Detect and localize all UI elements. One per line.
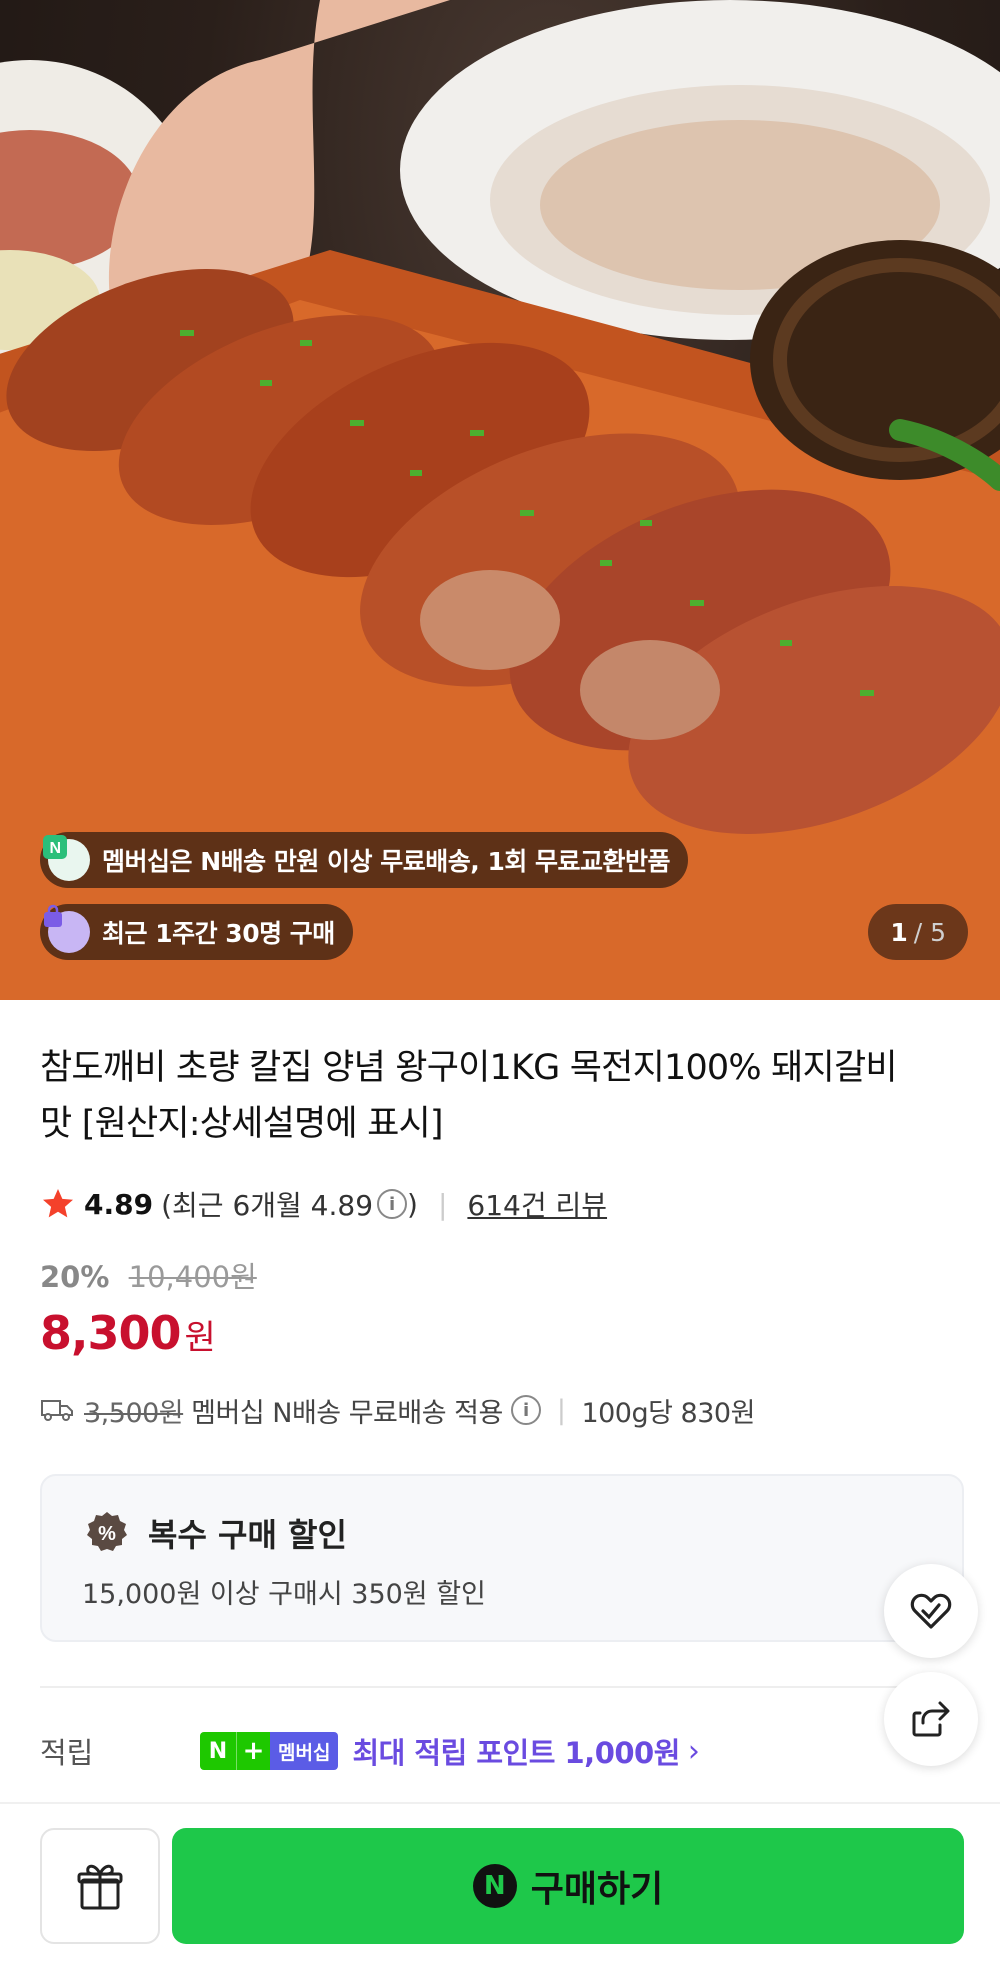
recent-buyers-text: 최근 1주간 30명 구매 bbox=[102, 919, 335, 948]
image-counter: 1 / 5 bbox=[868, 904, 968, 960]
buy-button[interactable]: N 구매하기 bbox=[172, 1828, 964, 1944]
sale-price-unit: 원 bbox=[184, 1318, 216, 1358]
svg-text:N: N bbox=[49, 840, 60, 857]
naver-n-icon: N bbox=[200, 1732, 236, 1770]
divider bbox=[40, 1686, 964, 1688]
percent-badge-icon: % bbox=[87, 1512, 127, 1551]
plus-icon: + bbox=[236, 1732, 270, 1770]
bottom-bar: N 구매하기 bbox=[0, 1802, 1000, 1968]
image-counter-total: / 5 bbox=[913, 917, 946, 947]
recent-buyers-banner: 최근 1주간 30명 구매 bbox=[40, 904, 353, 960]
product-title: 참도깨비 초량 칼집 양념 왕구이1KG 목전지100% 돼지갈비 맛 [원산지… bbox=[40, 1048, 898, 1144]
gift-button[interactable] bbox=[40, 1828, 160, 1944]
reviews-link[interactable]: 614건 리뷰 bbox=[467, 1184, 607, 1224]
unit-price: 100g당 830원 bbox=[581, 1397, 755, 1429]
points-row[interactable]: 적립 N + 멤버십 최대 적립 포인트 1,000원 › bbox=[40, 1726, 800, 1776]
separator: | bbox=[556, 1394, 566, 1426]
share-icon bbox=[912, 1701, 950, 1737]
naver-membership-badge: N + 멤버십 bbox=[200, 1732, 339, 1770]
bulk-discount-header: % 복수 구매 할인 bbox=[84, 1510, 347, 1556]
image-counter-current: 1 bbox=[890, 917, 908, 947]
separator: | bbox=[437, 1187, 448, 1221]
membership-banner: N 멤버십은 N배송 만원 이상 무료배송, 1회 무료교환반품 bbox=[40, 832, 689, 888]
discount-row: 20% 10,400원 bbox=[40, 1254, 257, 1296]
bulk-discount-description: 15,000원 이상 구매시 350원 할인 bbox=[82, 1579, 486, 1610]
product-image[interactable]: N 멤버십은 N배송 만원 이상 무료배송, 1회 무료교환반품 최근 1주간 … bbox=[0, 0, 1000, 1000]
shipping-text: 멤버십 N배송 무료배송 적용 bbox=[191, 1397, 503, 1429]
points-text[interactable]: 최대 적립 포인트 1,000원 bbox=[352, 1730, 680, 1772]
star-icon bbox=[43, 1189, 73, 1218]
membership-n-icon: N bbox=[43, 835, 90, 881]
truck-icon bbox=[41, 1400, 73, 1421]
points-label: 적립 bbox=[40, 1736, 94, 1770]
gift-icon bbox=[77, 1864, 123, 1910]
wishlist-button[interactable] bbox=[884, 1564, 978, 1658]
membership-banner-text: 멤버십은 N배송 만원 이상 무료배송, 1회 무료교환반품 bbox=[102, 847, 671, 876]
buy-button-label: 구매하기 bbox=[530, 1869, 664, 1910]
chevron-right-icon: › bbox=[687, 1733, 700, 1769]
discount-percent: 20% bbox=[40, 1260, 110, 1294]
sale-price: 8,300 원 bbox=[40, 1306, 216, 1360]
share-button[interactable] bbox=[884, 1672, 978, 1766]
rating-score: 4.89 bbox=[84, 1187, 154, 1221]
svg-text:%: % bbox=[98, 1523, 116, 1545]
original-price: 10,400원 bbox=[128, 1260, 257, 1294]
bulk-discount-box: % 복수 구매 할인 15,000원 이상 구매시 350원 할인 bbox=[40, 1474, 964, 1642]
naver-n-icon: N bbox=[472, 1864, 517, 1908]
sale-price-number: 8,300 bbox=[40, 1306, 182, 1360]
shopping-bag-icon bbox=[44, 904, 90, 953]
shipping-info-icon[interactable]: i bbox=[510, 1395, 541, 1425]
rating-recent-close: ) bbox=[407, 1187, 418, 1221]
membership-badge-label: 멤버십 bbox=[270, 1732, 339, 1770]
info-icon[interactable]: i bbox=[377, 1189, 408, 1219]
bulk-discount-title: 복수 구매 할인 bbox=[148, 1516, 347, 1554]
rating-row: 4.89 (최근 6개월 4.89 i ) | 614건 리뷰 bbox=[40, 1182, 607, 1226]
rating-recent: (최근 6개월 4.89 bbox=[161, 1189, 374, 1222]
wishlist-heart-icon bbox=[910, 1593, 952, 1629]
shipping-row: 3,500원 멤버십 N배송 무료배송 적용 i | 100g당 830원 bbox=[40, 1388, 755, 1432]
shipping-fee: 3,500원 bbox=[84, 1397, 184, 1429]
